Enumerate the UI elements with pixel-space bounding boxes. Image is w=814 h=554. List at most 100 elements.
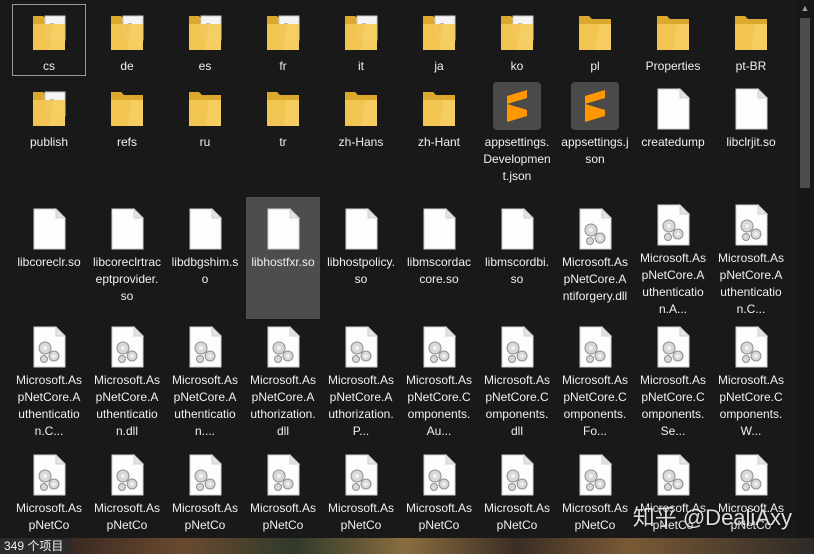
file-item[interactable]: createdump [636,77,710,195]
dll-file-icon [725,326,777,368]
file-item-label: Microsoft.AspNetCore.Components.Se... [639,373,706,438]
file-item[interactable]: fr [246,4,320,76]
file-item[interactable]: cs [12,4,86,76]
file-item[interactable]: ru [168,77,242,195]
file-item[interactable]: Microsoft.AspNetCo [12,443,86,538]
file-item-label: Microsoft.AspNetCo [327,501,394,532]
file-item[interactable]: zh-Hans [324,77,398,195]
file-item-label: zh-Hant [417,135,461,149]
file-item-label: Microsoft.AspNetCore.Authorization.dll [249,373,316,438]
file-item[interactable]: tr [246,77,320,195]
file-item[interactable]: Properties [636,4,710,76]
file-item[interactable]: Microsoft.AspNetCore.Components.Au... [402,321,476,441]
vertical-scrollbar[interactable]: ▲ [796,0,814,538]
dll-file-icon [179,326,231,368]
file-item-label: Microsoft.AspNetCo [171,501,238,532]
file-icon [257,202,309,250]
file-item[interactable]: Microsoft.AspNetCore.Antiforgery.dll [558,197,632,319]
file-item[interactable]: Microsoft.AspNetCo [324,443,398,538]
file-item[interactable]: libmscordbi.so [480,197,554,319]
dll-file-icon [569,326,621,368]
dll-file-icon [179,448,231,496]
file-item[interactable]: libdbgshim.so [168,197,242,319]
folder-icon [335,82,387,130]
file-item-label: de [120,59,134,73]
file-item[interactable]: Microsoft.AspNetCo [636,443,710,538]
file-item[interactable]: Microsoft.AspNetCore.Authentication.A... [636,197,710,319]
file-item[interactable]: Microsoft.AspNetCo [246,443,320,538]
file-item-label: Microsoft.AspNetCo [561,501,628,532]
file-item[interactable]: Microsoft.AspNetCore.Components.dll [480,321,554,441]
file-item-label: Microsoft.AspNetCo [249,501,316,532]
file-item[interactable]: ko [480,4,554,76]
file-item[interactable]: appsettings.Development.json [480,77,554,195]
dll-file-icon [335,326,387,368]
file-item[interactable]: libhostpolicy.so [324,197,398,319]
file-item[interactable]: libcoreclrtraceptprovider.so [90,197,164,319]
file-item-label: fr [279,59,287,73]
file-item-label: cs [43,59,55,73]
file-item-label: Microsoft.AspNetCore.Authentication.... [171,373,238,438]
dll-file-icon [257,326,309,368]
file-item[interactable]: libcoreclr.so [12,197,86,319]
file-item[interactable]: pl [558,4,632,76]
file-item-label: Microsoft.AspNetCore.Antiforgery.dll [561,255,628,303]
file-item-label: libhostpolicy.so [327,255,395,286]
file-item[interactable]: Microsoft.AspNetCore.Authentication.C... [12,321,86,441]
file-item[interactable]: it [324,4,398,76]
file-item[interactable]: Microsoft.AspNetCore.Authorization.P... [324,321,398,441]
folder-with-files-icon [23,82,75,130]
file-item[interactable]: Microsoft.AspNetCo [90,443,164,538]
file-item-label: libmscordaccore.so [406,255,472,286]
file-item-label: zh-Hans [338,135,384,149]
dll-file-icon [23,448,75,496]
file-item-label: Microsoft.AspNetCore.Authentication.C... [15,373,82,438]
file-item[interactable]: Microsoft.AspNetCore.Authentication.dll [90,321,164,441]
sublime-text-icon [491,82,543,130]
file-item[interactable]: libhostfxr.so [246,197,320,319]
file-item[interactable]: Microsoft.AspNetCo [714,443,788,538]
file-icon [413,202,465,250]
folder-with-files-icon [413,9,465,54]
sublime-text-icon [569,82,621,130]
file-item[interactable]: ja [402,4,476,76]
dll-file-icon [569,448,621,496]
file-item[interactable]: Microsoft.AspNetCore.Components.W... [714,321,788,441]
file-item-label: libcoreclrtraceptprovider.so [93,255,162,303]
dll-file-icon [23,326,75,368]
file-item[interactable]: Microsoft.AspNetCore.Authentication.... [168,321,242,441]
file-item[interactable]: libmscordaccore.so [402,197,476,319]
file-item-label: Microsoft.AspNetCore.Components.W... [717,373,784,438]
file-item[interactable]: libclrjit.so [714,77,788,195]
file-item-label: ko [510,59,524,73]
file-item[interactable]: zh-Hant [402,77,476,195]
file-item[interactable]: publish [12,77,86,195]
dll-file-icon [491,448,543,496]
file-item-label: pt-BR [735,59,767,73]
file-item[interactable]: Microsoft.AspNetCore.Authentication.C... [714,197,788,319]
file-item[interactable]: appsettings.json [558,77,632,195]
file-item[interactable]: Microsoft.AspNetCo [480,443,554,538]
file-item-label: libmscordbi.so [484,255,550,286]
file-item[interactable]: refs [90,77,164,195]
dll-file-icon [647,448,699,496]
folder-icon [725,9,777,54]
file-item[interactable]: Microsoft.AspNetCo [168,443,242,538]
folder-with-files-icon [101,9,153,54]
scroll-up-arrow-icon[interactable]: ▲ [796,0,814,16]
item-count: 349 个项目 [4,539,64,553]
file-item[interactable]: pt-BR [714,4,788,76]
scrollbar-thumb[interactable] [800,18,810,188]
file-item[interactable]: Microsoft.AspNetCo [402,443,476,538]
file-item[interactable]: Microsoft.AspNetCore.Components.Fo... [558,321,632,441]
file-item[interactable]: Microsoft.AspNetCore.Components.Se... [636,321,710,441]
file-item[interactable]: es [168,4,242,76]
file-item-label: tr [279,135,287,149]
file-item[interactable]: Microsoft.AspNetCore.Authorization.dll [246,321,320,441]
file-item[interactable]: Microsoft.AspNetCo [558,443,632,538]
file-item-label: it [358,59,364,73]
file-item-label: ru [199,135,211,149]
folder-icon [101,82,153,130]
status-bar: 349 个项目 [0,538,814,554]
file-item[interactable]: de [90,4,164,76]
